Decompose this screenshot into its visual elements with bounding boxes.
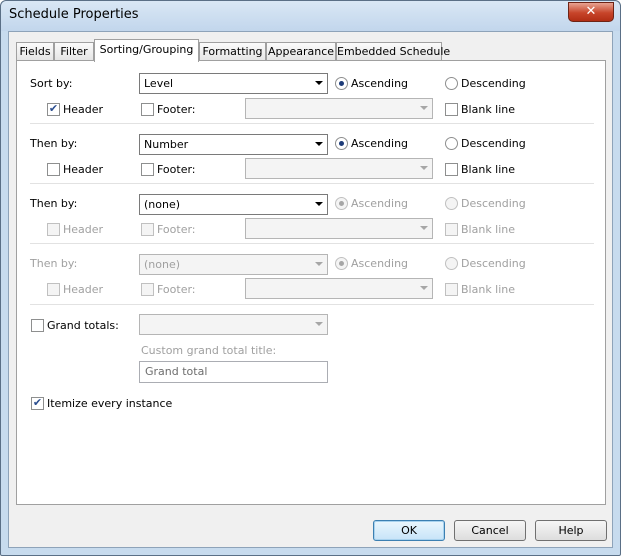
then-by-3-footer-label: Footer: [157,283,196,296]
chevron-down-icon [315,322,323,326]
then-by-3-footer-select[interactable] [245,278,433,299]
grand-totals-checkbox[interactable] [31,319,44,332]
custom-grand-total-title-input[interactable]: Grand total [139,361,328,383]
then-by-1-value: Number [144,138,189,151]
help-button[interactable]: Help [535,520,607,541]
tab-embedded-schedule[interactable]: Embedded Schedule [336,42,450,61]
chevron-down-icon [420,106,428,110]
sort-by-label: Sort by: [30,77,73,90]
then-by-2-label: Then by: [30,197,78,210]
then-by-2-blank-line-checkbox[interactable] [445,223,458,236]
then-by-3-descending-radio[interactable] [445,257,458,270]
close-button[interactable]: ✕ [568,2,614,22]
chevron-down-icon [420,286,428,290]
chevron-down-icon [315,81,323,85]
sort-by-header-checkbox[interactable]: ✔ [47,103,60,116]
then-by-1-blank-line-checkbox[interactable] [445,163,458,176]
then-by-3-blank-line-checkbox[interactable] [445,283,458,296]
tab-formatting[interactable]: Formatting [199,42,266,61]
chevron-down-icon [315,142,323,146]
then-by-3-ascending-radio[interactable] [335,257,348,270]
then-by-2-footer-checkbox[interactable] [141,223,154,236]
tab-fields[interactable]: Fields [16,42,54,61]
dialog-body: Fields Filter Sorting/Grouping Formattin… [8,31,613,548]
then-by-1-ascending-label: Ascending [351,137,409,150]
then-by-2-descending-radio[interactable] [445,197,458,210]
divider [30,304,594,305]
then-by-2-blank-line-label: Blank line [461,223,516,236]
then-by-3-blank-line-label: Blank line [461,283,516,296]
then-by-3-descending-label: Descending [461,257,526,270]
window-title: Schedule Properties [9,7,139,22]
sort-by-header-label: Header [63,103,104,116]
chevron-down-icon [315,202,323,206]
then-by-2-header-checkbox[interactable] [47,223,60,236]
close-icon: ✕ [585,4,597,19]
then-by-3-value: (none) [144,258,181,271]
then-by-1-descending-radio[interactable] [445,137,458,150]
then-by-3-select[interactable]: (none) [139,254,328,275]
then-by-1-ascending-radio[interactable] [335,137,348,150]
sort-by-footer-label: Footer: [157,103,196,116]
sort-by-footer-checkbox[interactable] [141,103,154,116]
then-by-1-blank-line-label: Blank line [461,163,516,176]
then-by-2-footer-select[interactable] [245,218,433,239]
sort-by-select[interactable]: Level [139,73,328,94]
chevron-down-icon [420,166,428,170]
then-by-2-value: (none) [144,198,181,211]
sort-by-ascending-radio[interactable] [335,77,348,90]
then-by-2-ascending-radio[interactable] [335,197,348,210]
then-by-3-header-checkbox[interactable] [47,283,60,296]
then-by-1-footer-select[interactable] [245,158,433,179]
then-by-1-select[interactable]: Number [139,134,328,155]
then-by-2-header-label: Header [63,223,104,236]
then-by-3-ascending-label: Ascending [351,257,409,270]
sort-by-descending-label: Descending [461,77,526,90]
then-by-2-ascending-label: Ascending [351,197,409,210]
then-by-1-footer-checkbox[interactable] [141,163,154,176]
then-by-1-footer-label: Footer: [157,163,196,176]
then-by-1-label: Then by: [30,137,78,150]
then-by-1-header-checkbox[interactable] [47,163,60,176]
custom-grand-total-title-label: Custom grand total title: [141,344,277,357]
title-bar[interactable]: Schedule Properties ✕ [1,1,620,31]
tab-filter[interactable]: Filter [54,42,94,61]
then-by-3-header-label: Header [63,283,104,296]
sort-by-ascending-label: Ascending [351,77,409,90]
then-by-2-footer-label: Footer: [157,223,196,236]
grand-totals-label: Grand totals: [47,319,119,332]
itemize-every-instance-label: Itemize every instance [47,397,173,410]
ok-button[interactable]: OK [373,520,445,541]
sort-by-value: Level [144,77,174,90]
sort-by-descending-radio[interactable] [445,77,458,90]
divider [30,243,594,244]
divider [30,123,594,124]
sort-by-footer-select[interactable] [245,98,433,119]
grand-totals-select[interactable] [139,314,328,335]
sorting-grouping-panel: Sort by: Level Ascending Descending ✔ He… [16,60,606,505]
then-by-3-label: Then by: [30,257,78,270]
cancel-button[interactable]: Cancel [454,520,526,541]
chevron-down-icon [315,262,323,266]
then-by-1-descending-label: Descending [461,137,526,150]
sort-by-blank-line-checkbox[interactable] [445,103,458,116]
tab-sorting-grouping[interactable]: Sorting/Grouping [94,39,199,62]
dialog-window: Schedule Properties ✕ Fields Filter Sort… [0,0,621,556]
then-by-3-footer-checkbox[interactable] [141,283,154,296]
then-by-2-select[interactable]: (none) [139,194,328,215]
then-by-1-header-label: Header [63,163,104,176]
itemize-every-instance-checkbox[interactable]: ✔ [31,397,44,410]
chevron-down-icon [420,226,428,230]
then-by-2-descending-label: Descending [461,197,526,210]
sort-by-blank-line-label: Blank line [461,103,516,116]
divider [30,183,594,184]
tab-appearance[interactable]: Appearance [266,42,336,61]
